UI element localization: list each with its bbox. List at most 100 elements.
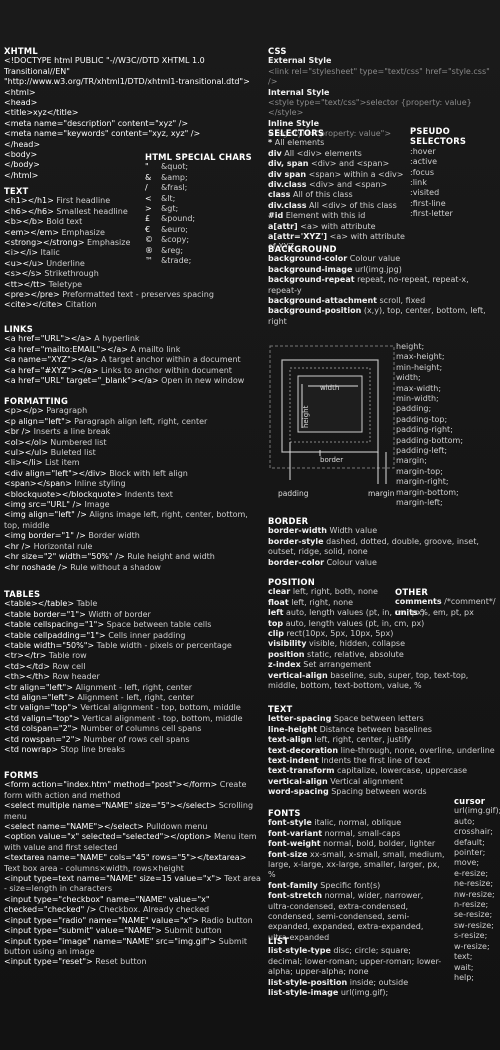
box-property: height; — [396, 342, 425, 351]
special-char-entity: &pound; — [161, 214, 196, 224]
tables-line-code: <tr></tr> — [4, 651, 47, 661]
fonts-line: font-family Specific font(s) — [268, 881, 446, 891]
css-text-line-prop: word-spacing — [268, 787, 329, 797]
forms-line-desc: Text box area - columns×width, rows×heig… — [4, 863, 184, 873]
position-line-prop: top — [268, 618, 284, 628]
selectors-line-value: <div> and <span> — [309, 180, 388, 190]
formatting-line-code: <img border="1" /> — [4, 531, 86, 541]
tables-line: <tr valign="top"> Vertical alignment - t… — [4, 703, 262, 713]
text-line-desc: Strikethrough — [44, 269, 99, 279]
special-char-row: ™ &trade; — [145, 256, 255, 266]
formatting-section: FORMATTING <p></p> Paragraph <p align="lef… — [4, 396, 262, 573]
border-line: border-width Width value — [268, 526, 496, 536]
cursor-item: w-resize; — [454, 941, 490, 951]
border-label: border — [320, 456, 343, 464]
links-line: <a href="#XYZ"></a> Links to anchor with… — [4, 366, 262, 376]
tables-line-desc: Width of border — [88, 609, 151, 619]
text-line-desc: Preformatted text - preserves spacing — [62, 290, 214, 300]
special-char-row: £ &pound; — [145, 214, 255, 224]
selectors-line: * All elements — [268, 138, 406, 148]
border-line-value: Colour value — [326, 557, 377, 567]
special-char-entity: &frasl; — [161, 183, 188, 193]
tables-line-desc: Alignment - left, right, center — [77, 693, 194, 703]
fonts-section: FONTS font-style italic, normal, oblique f… — [268, 808, 446, 943]
formatting-line-desc: Border width — [88, 531, 140, 541]
tables-line-code: <table cellpadding="1"> — [4, 630, 106, 640]
box-property: padding; — [396, 404, 432, 414]
forms-line-code: <option value="x" selected="selected"></… — [4, 832, 212, 842]
selectors-section: SELECTORS * All elements div All <div> ele… — [268, 128, 406, 253]
list-line-value: inside; outside — [349, 977, 409, 987]
pseudo-item: :active — [410, 157, 438, 167]
xhtml-line: <meta name="description" content="xyz" /… — [4, 118, 189, 128]
cursor-item: crosshair; — [454, 827, 493, 837]
links-line-desc: Links to anchor within document — [100, 365, 232, 375]
formatting-line-code: <ol></ol> — [4, 437, 48, 447]
box-property: padding-top; — [396, 414, 448, 424]
css-external-title: External Style — [268, 56, 332, 66]
links-line-desc: A hyperlink — [94, 334, 140, 344]
other-line-prop: units — [395, 607, 418, 617]
text-line-code: <tt></tt> — [4, 279, 47, 289]
tables-line: <td nowrap> Stop line breaks — [4, 745, 262, 755]
formatting-line: <hr noshade /> Rule without a shadow — [4, 563, 262, 573]
background-line: background-color Colour value — [268, 254, 496, 264]
special-chars-heading: HTML SPECIAL CHARS — [145, 152, 252, 162]
tables-line: <td colspan="2"> Number of columns cell … — [4, 724, 262, 734]
formatting-line-code: <img src="URL" /> — [4, 500, 82, 510]
pseudo-selectors: PSEUDO SELECTORS:hover:active:focus:link… — [410, 126, 498, 220]
text-line-code: <em></em> — [4, 227, 59, 237]
text-line-desc: Underline — [46, 258, 85, 268]
width-label: width — [320, 384, 339, 392]
links-line: <a href="URL" target="_blank"></a> Open … — [4, 376, 262, 386]
position-line-prop: visibility — [268, 639, 307, 649]
css-external-code: <link rel="stylesheet" type="text/css" h… — [268, 66, 490, 87]
formatting-line: <hr size="2" width="50%" /> Rule height … — [4, 552, 262, 562]
cursor-item: text; — [454, 952, 473, 962]
xhtml-line: <title>xyz</title> — [4, 108, 79, 118]
selectors-line-value: <div> and <span> — [310, 159, 390, 169]
position-line: clip rect(10px, 5px, 10px, 5px) — [268, 629, 496, 639]
height-label: height — [302, 405, 310, 428]
css-text-line-value: capitalize, lowercase, uppercase — [336, 766, 468, 776]
formatting-line-desc: Inline styling — [74, 479, 126, 489]
tables-line: <td></td> Row cell — [4, 662, 262, 672]
special-char-glyph: ® — [145, 245, 153, 255]
selectors-line-prop: a[attr='XYZ'] — [268, 232, 328, 242]
formatting-line: <img src="URL" /> Image — [4, 500, 262, 510]
selectors-line: div All <div> elements — [268, 149, 406, 159]
box-property: width; — [396, 373, 421, 383]
tables-line-desc: Table row — [48, 651, 87, 661]
border-line-prop: border-style — [268, 536, 324, 546]
tables-line: <th></th> Row header — [4, 672, 262, 682]
position-line-prop: left — [268, 608, 284, 618]
formatting-line-desc: List item — [44, 458, 80, 468]
box-model-properties: height; max-height; min-height; width; max-w… — [396, 342, 496, 509]
forms-line-desc: Pulldown menu — [146, 822, 208, 832]
other-line: comments /*comment*/ — [395, 597, 499, 607]
box-model-diagram: width height border padding margin — [269, 345, 395, 498]
fonts-line: font-size xx-small, x-small, small, medi… — [268, 850, 446, 881]
margin-label: margin — [368, 489, 395, 498]
fonts-line-prop: font-weight — [268, 839, 321, 849]
special-char-entity: &reg; — [161, 245, 184, 255]
tables-line-code: <table width="50%"> — [4, 641, 95, 651]
list-line: list-style-type disc; circle; square; de… — [268, 946, 446, 977]
formatting-line: <p align="left"> Paragraph align left, r… — [4, 417, 262, 427]
forms-line: <input type="image" name="NAME" src="img… — [4, 937, 262, 958]
tables-line-desc: Cells inner padding — [108, 630, 186, 640]
tables-line-code: <th></th> — [4, 672, 50, 682]
pseudo-item: :focus — [410, 167, 435, 177]
special-char-entity: &copy; — [161, 235, 190, 245]
formatting-line-desc: Inserts a line break — [33, 427, 111, 437]
position-line-value: auto, length values (pt, in, cm, px) — [285, 618, 425, 628]
text-line-desc: Citation — [65, 300, 97, 310]
special-char-glyph: > — [145, 204, 152, 214]
border-line-value: Width value — [329, 526, 378, 536]
tables-line-desc: Row cell — [52, 661, 86, 671]
tables-line-code: <table></table> — [4, 599, 75, 609]
tables-section: TABLES <table></table> Table <table border… — [4, 589, 262, 756]
fonts-line-value: italic, normal, oblique — [314, 818, 402, 828]
text-line: <pre></pre> Preformatted text - preserve… — [4, 290, 262, 300]
selectors-line-prop: div.class — [268, 200, 307, 210]
